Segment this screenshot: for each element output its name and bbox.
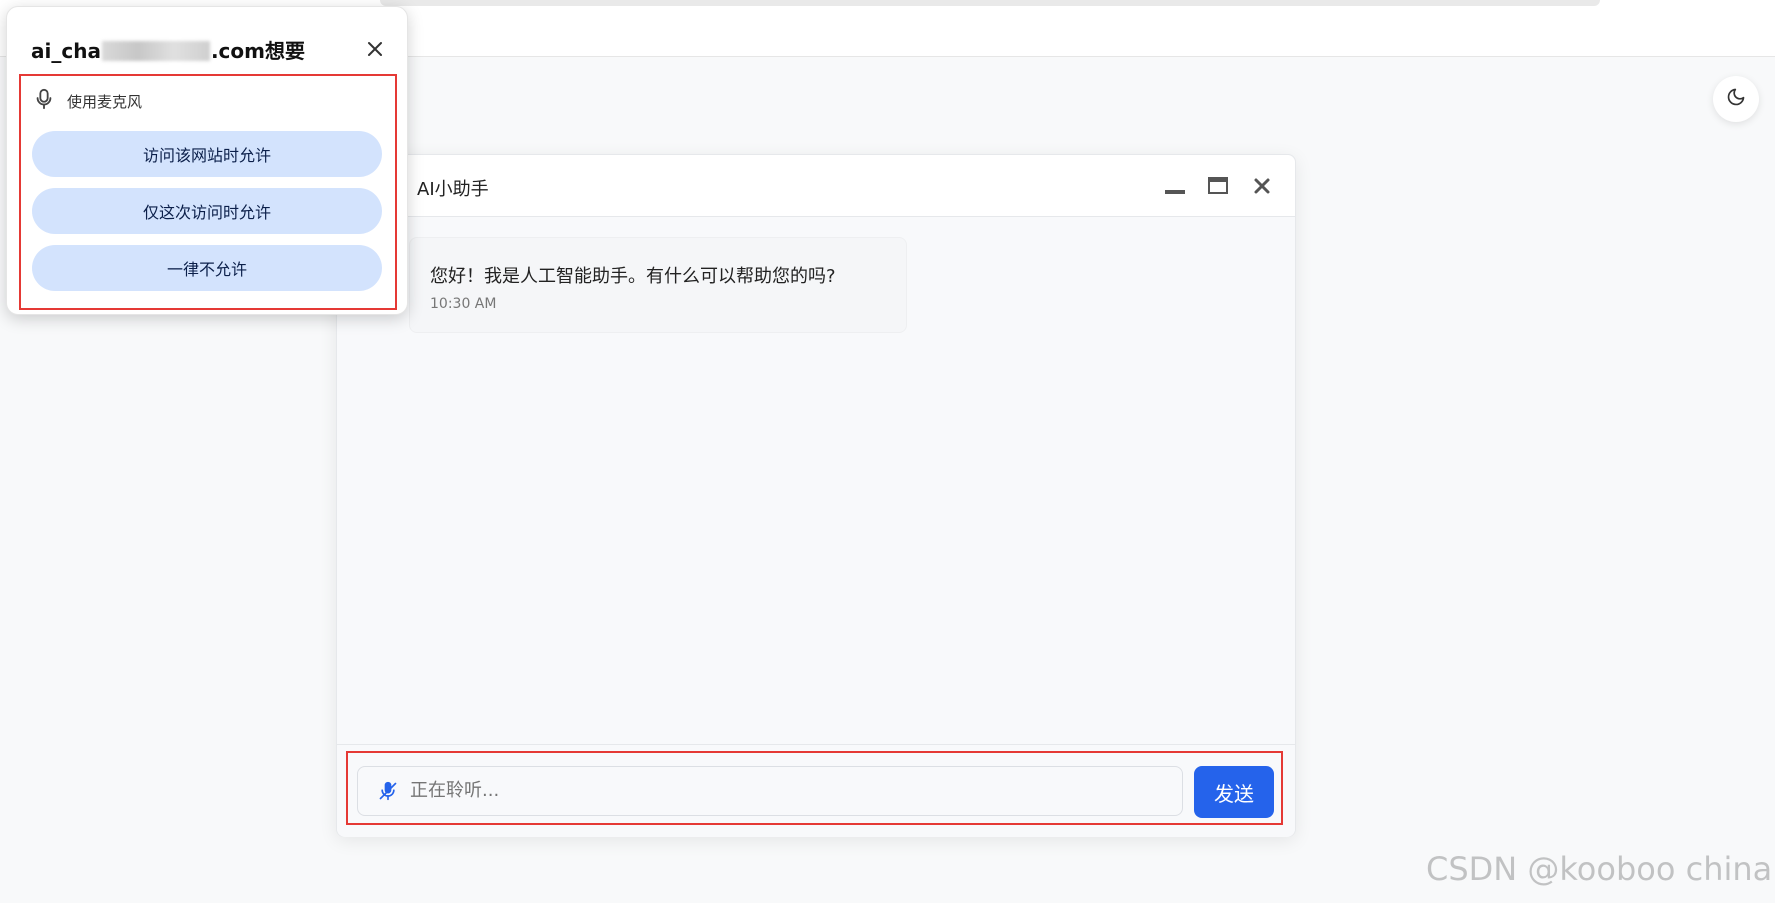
origin-prefix: ai_cha: [31, 39, 101, 63]
message-input-field[interactable]: [357, 766, 1183, 816]
moon-icon: [1726, 87, 1746, 111]
allow-this-time-button[interactable]: 仅这次访问时允许: [32, 188, 382, 234]
maximize-icon[interactable]: [1203, 171, 1233, 201]
message-bubble: 您好！我是人工智能助手。有什么可以帮助您的吗? 10:30 AM: [409, 237, 907, 333]
blurred-domain: [101, 41, 210, 61]
chat-window: AI小助手 您好！我是人工智能助手。有什么可以帮助您的吗? 10:30 AM 发…: [336, 154, 1296, 837]
send-button[interactable]: 发送: [1194, 766, 1274, 818]
top-shadow: [380, 0, 1600, 6]
theme-toggle-button[interactable]: [1713, 76, 1759, 122]
microphone-permission-popup: ai_cha .com想要 使用麦克风 访问该网站时允许 仅这次访问时允许 一律不…: [6, 6, 408, 315]
chat-header: AI小助手: [337, 155, 1295, 217]
message-text: 您好！我是人工智能助手。有什么可以帮助您的吗?: [430, 266, 836, 287]
permission-mic-row: 使用麦克风: [35, 87, 142, 115]
origin-suffix: .com想要: [210, 39, 305, 63]
chat-title: AI小助手: [417, 179, 489, 200]
minimize-icon[interactable]: [1160, 171, 1190, 201]
never-allow-button[interactable]: 一律不允许: [32, 245, 382, 291]
message-timestamp: 10:30 AM: [430, 296, 497, 312]
message-input[interactable]: [410, 780, 1150, 801]
close-icon[interactable]: [1247, 171, 1277, 201]
allow-while-visiting-button[interactable]: 访问该网站时允许: [32, 131, 382, 177]
permission-origin: ai_cha .com想要: [31, 35, 305, 64]
watermark: CSDN @kooboo china.: [1426, 850, 1775, 888]
close-icon[interactable]: [363, 37, 387, 61]
microphone-off-icon[interactable]: [378, 781, 398, 801]
permission-label: 使用麦克风: [67, 92, 143, 111]
microphone-icon: [35, 88, 53, 114]
